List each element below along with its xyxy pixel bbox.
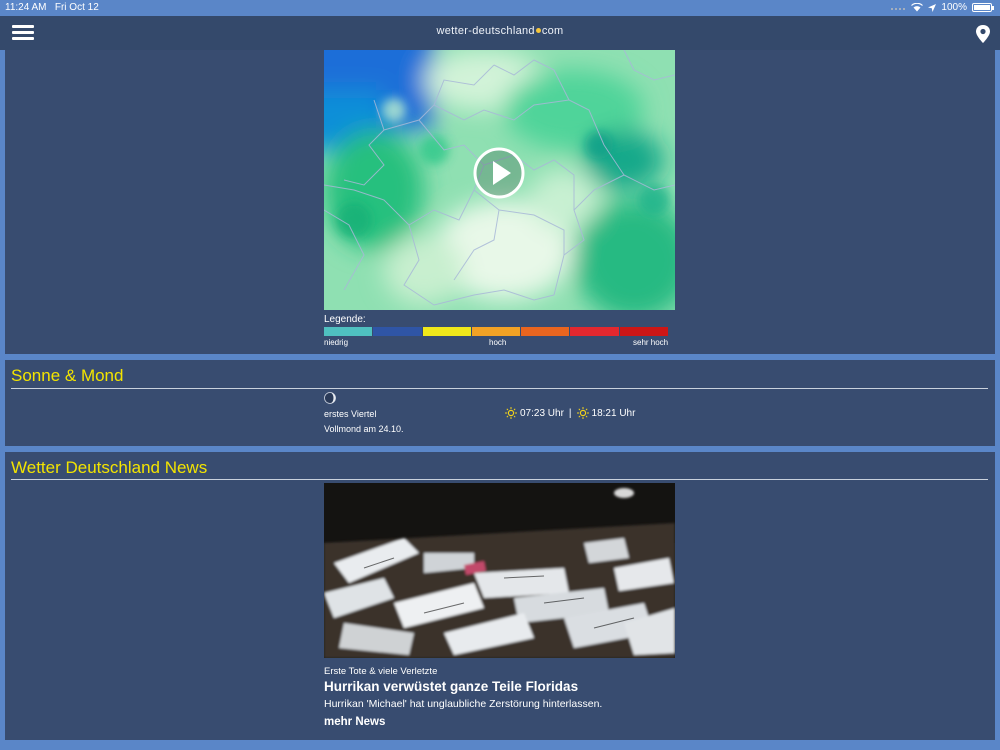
location-pin-icon[interactable]: [975, 25, 991, 43]
sun-moon-title: Sonne & Mond: [11, 366, 124, 385]
sun-separator: |: [568, 407, 572, 419]
status-right: 100%: [890, 2, 994, 13]
sunset-time: 18:21 Uhr: [591, 407, 636, 419]
sun-times: 07:23 Uhr | 18:21 Uhr: [505, 407, 635, 419]
more-news-link[interactable]: mehr News: [324, 716, 385, 728]
sun-moon-panel: Sonne & Mond erstes Viertel Vollmond am …: [5, 360, 995, 446]
sun-moon-divider: [11, 388, 988, 389]
legend-swatch-4: [521, 327, 570, 336]
sunrise-icon: [505, 407, 517, 419]
legend-swatch-5: [570, 327, 619, 336]
legend-bar: [324, 327, 669, 336]
news-image[interactable]: [324, 483, 675, 658]
radar-map[interactable]: [324, 50, 675, 310]
location-arrow-icon: [928, 3, 937, 12]
status-bar: 11:24 AM Fri Oct 12 100%: [0, 0, 1000, 16]
legend-tick-low: niedrig: [324, 338, 349, 347]
news-title: Wetter Deutschland News: [11, 458, 208, 477]
legend-tick-high: sehr hoch: [633, 338, 669, 347]
full-moon-date: Vollmond am 24.10.: [324, 424, 404, 434]
battery-percent: 100%: [941, 2, 967, 13]
status-date: Fri Oct 12: [54, 2, 99, 13]
battery-icon: [972, 3, 994, 12]
sunrise-time: 07:23 Uhr: [520, 407, 564, 419]
news-headline[interactable]: Hurrikan verwüstet ganze Teile Floridas: [324, 679, 578, 694]
news-panel: Wetter Deutschland News Erste Tote & vie…: [5, 452, 995, 740]
legend-tick-mid: hoch: [489, 338, 507, 347]
brand-tld: com: [541, 25, 564, 37]
status-left: 11:24 AM Fri Oct 12: [5, 2, 99, 13]
news-kicker: Erste Tote & viele Verletzte: [324, 666, 438, 677]
sunset-icon: [576, 407, 589, 419]
navbar: wetter-deutschland com: [0, 16, 1000, 50]
brand-dot: [535, 28, 541, 33]
brand-name: wetter-deutschland: [436, 25, 535, 37]
radar-panel: Legende: niedrig hoch sehr hoch: [5, 50, 995, 354]
legend-swatch-6: [619, 327, 668, 336]
signal-icon: [891, 7, 906, 10]
status-time: 11:24 AM: [5, 2, 47, 13]
legend-swatch-1: [373, 327, 422, 336]
legend-swatch-0: [324, 327, 373, 336]
brand-logo[interactable]: wetter-deutschland com: [0, 25, 1000, 37]
moon-phase: erstes Viertel: [324, 409, 377, 419]
news-teaser: Hurrikan 'Michael' hat unglaubliche Zers…: [324, 698, 603, 710]
news-photo: [324, 483, 675, 658]
legend-swatch-2: [422, 327, 471, 336]
wifi-icon: [911, 3, 924, 12]
moon-icon: [324, 392, 336, 404]
legend-swatch-3: [471, 327, 521, 336]
legend-label: Legende:: [324, 314, 366, 325]
play-icon[interactable]: [472, 146, 526, 200]
news-divider: [11, 479, 988, 480]
